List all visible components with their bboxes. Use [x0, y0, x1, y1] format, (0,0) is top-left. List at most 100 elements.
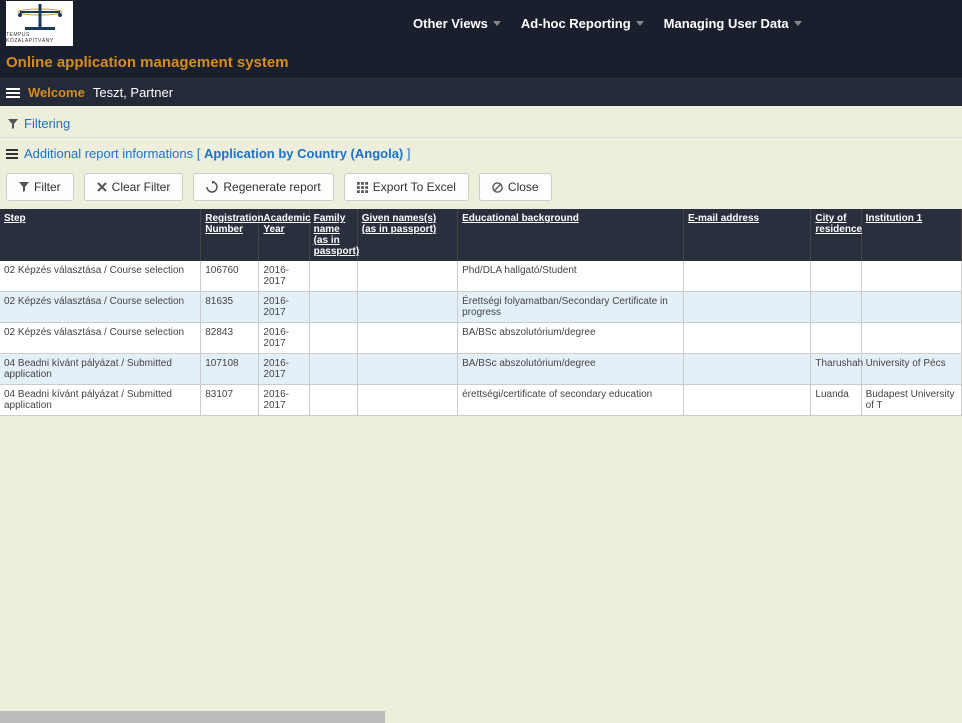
nav-label: Ad-hoc Reporting: [521, 16, 631, 31]
table-row[interactable]: 04 Beadni kívánt pályázat / Submitted ap…: [0, 354, 962, 385]
nav-label: Other Views: [413, 16, 488, 31]
cell-email: [683, 354, 810, 385]
cell-family: [309, 261, 357, 292]
button-label: Export To Excel: [373, 180, 456, 194]
bracket-open: [: [193, 146, 204, 161]
button-label: Clear Filter: [112, 180, 171, 194]
report-table-wrap: Step Registration Number Academic Year F…: [0, 209, 962, 416]
welcome-label: Welcome: [28, 85, 85, 100]
filtering-label: Filtering: [24, 116, 70, 131]
cell-inst: [861, 261, 961, 292]
table-row[interactable]: 02 Képzés választása / Course selection8…: [0, 292, 962, 323]
funnel-icon: [19, 182, 29, 192]
cell-city: [811, 323, 861, 354]
report-table: Step Registration Number Academic Year F…: [0, 209, 962, 416]
cell-given: [357, 354, 457, 385]
col-inst[interactable]: Institution 1: [861, 209, 961, 261]
col-family[interactable]: Family name (as in passport): [309, 209, 357, 261]
col-year[interactable]: Academic Year: [259, 209, 309, 261]
col-reg[interactable]: Registration Number: [201, 209, 259, 261]
cell-given: [357, 385, 457, 416]
cell-step: 02 Képzés választása / Course selection: [0, 292, 201, 323]
page-title: Online application management system: [0, 47, 962, 78]
cell-step: 04 Beadni kívánt pályázat / Submitted ap…: [0, 385, 201, 416]
grid-icon: [357, 182, 368, 193]
filtering-row[interactable]: Filtering: [0, 106, 962, 138]
filter-button[interactable]: Filter: [6, 173, 74, 201]
bracket-close: ]: [403, 146, 410, 161]
cell-edu: BA/BSc abszolutórium/degree: [458, 323, 684, 354]
report-info-link[interactable]: Additional report informations: [24, 146, 193, 161]
cell-year: 2016-2017: [259, 261, 309, 292]
export-button[interactable]: Export To Excel: [344, 173, 469, 201]
cell-given: [357, 261, 457, 292]
cell-edu: Érettségi folyamatban/Secondary Certific…: [458, 292, 684, 323]
table-header-row: Step Registration Number Academic Year F…: [0, 209, 962, 261]
col-step[interactable]: Step: [0, 209, 201, 261]
clear-filter-button[interactable]: Clear Filter: [84, 173, 184, 201]
chevron-down-icon: [493, 21, 501, 26]
cell-step: 04 Beadni kívánt pályázat / Submitted ap…: [0, 354, 201, 385]
cell-reg: 107108: [201, 354, 259, 385]
table-row[interactable]: 04 Beadni kívánt pályázat / Submitted ap…: [0, 385, 962, 416]
table-row[interactable]: 02 Képzés választása / Course selection1…: [0, 261, 962, 292]
cell-reg: 81635: [201, 292, 259, 323]
status-bar: [0, 711, 385, 723]
x-icon: [97, 182, 107, 192]
report-name-link[interactable]: Application by Country (Angola): [204, 146, 403, 161]
report-info-row: Additional report informations [ Applica…: [0, 138, 962, 169]
button-label: Filter: [34, 180, 61, 194]
brand-text: TEMPUS KÖZALAPÍTVÁNY: [6, 32, 73, 44]
welcome-user: Teszt, Partner: [93, 85, 173, 100]
nav-adhoc-reporting[interactable]: Ad-hoc Reporting: [521, 16, 644, 31]
button-label: Close: [508, 180, 539, 194]
cell-edu: érettségi/certificate of secondary educa…: [458, 385, 684, 416]
menu-icon[interactable]: [6, 88, 20, 98]
toolbar: Filter Clear Filter Regenerate report Ex…: [0, 169, 962, 209]
cell-family: [309, 385, 357, 416]
brand-logo: TEMPUS KÖZALAPÍTVÁNY: [6, 1, 73, 46]
cell-given: [357, 323, 457, 354]
button-label: Regenerate report: [223, 180, 320, 194]
regenerate-button[interactable]: Regenerate report: [193, 173, 333, 201]
cell-inst: [861, 323, 961, 354]
cell-inst: University of Pécs: [861, 354, 961, 385]
close-button[interactable]: Close: [479, 173, 552, 201]
cell-family: [309, 323, 357, 354]
ban-icon: [492, 182, 503, 193]
cell-step: 02 Képzés választása / Course selection: [0, 261, 201, 292]
cell-city: [811, 292, 861, 323]
chevron-down-icon: [794, 21, 802, 26]
col-city[interactable]: City of residence: [811, 209, 861, 261]
cell-year: 2016-2017: [259, 292, 309, 323]
logo-icon: [15, 4, 65, 32]
cell-reg: 83107: [201, 385, 259, 416]
funnel-icon: [8, 119, 18, 129]
cell-email: [683, 292, 810, 323]
refresh-icon: [206, 181, 218, 193]
cell-family: [309, 354, 357, 385]
cell-given: [357, 292, 457, 323]
nav-other-views[interactable]: Other Views: [413, 16, 501, 31]
col-given[interactable]: Given names(s) (as in passport): [357, 209, 457, 261]
cell-year: 2016-2017: [259, 323, 309, 354]
cell-year: 2016-2017: [259, 385, 309, 416]
nav-managing-user-data[interactable]: Managing User Data: [664, 16, 802, 31]
cell-edu: BA/BSc abszolutórium/degree: [458, 354, 684, 385]
cell-inst: [861, 292, 961, 323]
top-navbar: TEMPUS KÖZALAPÍTVÁNY Other Views Ad-hoc …: [0, 0, 962, 47]
list-icon[interactable]: [6, 149, 18, 159]
cell-email: [683, 385, 810, 416]
table-row[interactable]: 02 Képzés választása / Course selection8…: [0, 323, 962, 354]
col-edu[interactable]: Educational background: [458, 209, 684, 261]
chevron-down-icon: [636, 21, 644, 26]
cell-edu: Phd/DLA hallgató/Student: [458, 261, 684, 292]
cell-city: [811, 261, 861, 292]
nav-label: Managing User Data: [664, 16, 789, 31]
cell-year: 2016-2017: [259, 354, 309, 385]
col-email[interactable]: E-mail address: [683, 209, 810, 261]
welcome-bar: Welcome Teszt, Partner: [0, 78, 962, 106]
cell-step: 02 Képzés választása / Course selection: [0, 323, 201, 354]
cell-email: [683, 323, 810, 354]
cell-reg: 82843: [201, 323, 259, 354]
